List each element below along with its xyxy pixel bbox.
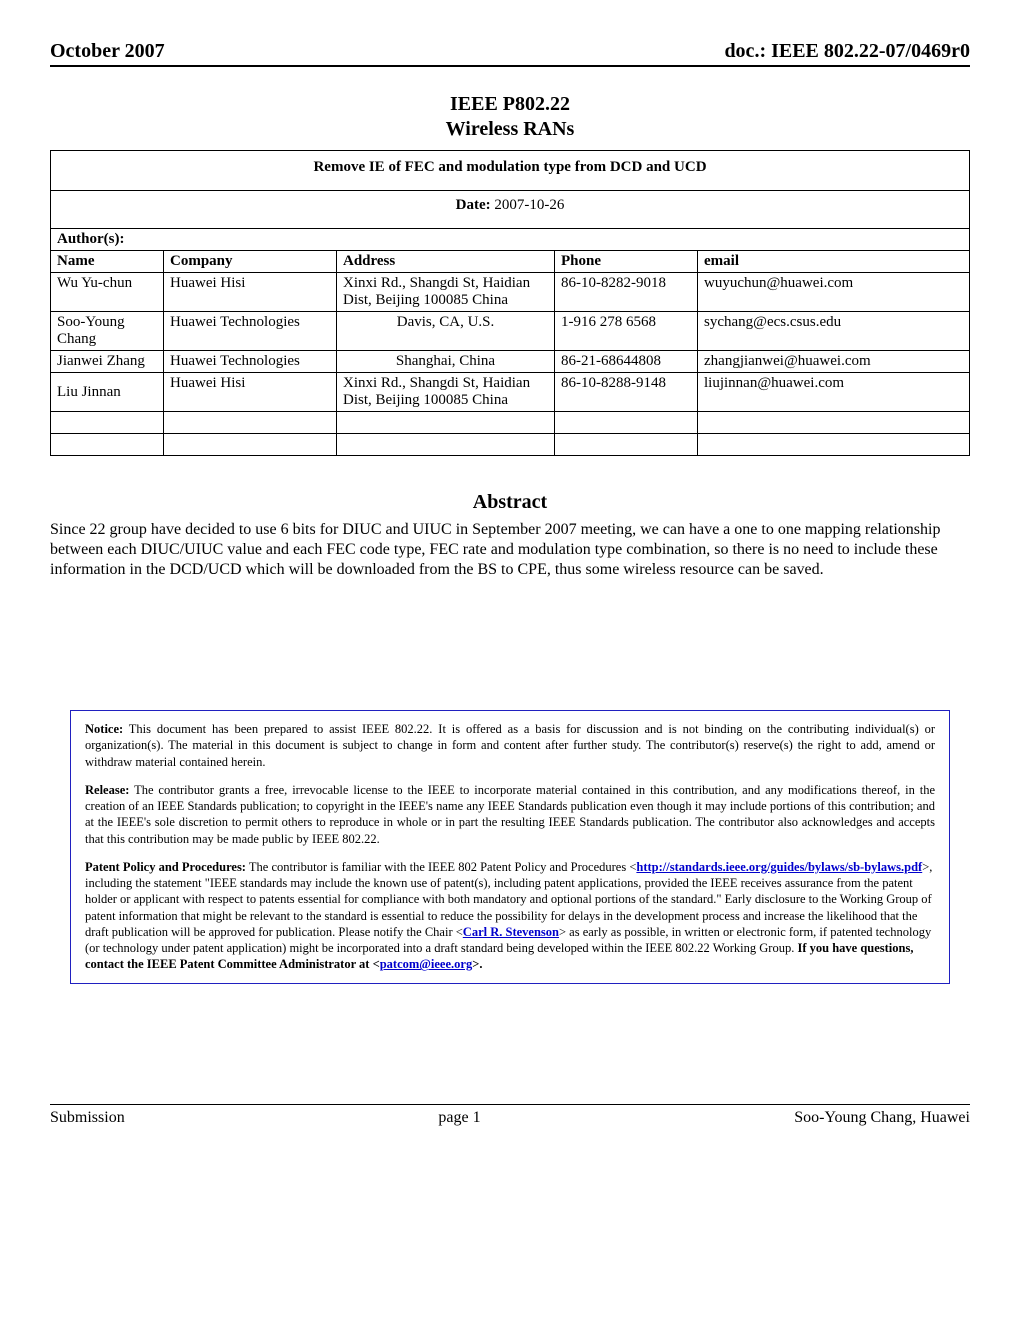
author-phone: 86-10-8282-9018 (555, 273, 698, 312)
author-address: Xinxi Rd., Shangdi St, Haidian Dist, Bei… (337, 373, 555, 412)
author-row: Jianwei Zhang Huawei Technologies Shangh… (51, 351, 970, 373)
author-name: Liu Jinnan (51, 373, 164, 412)
author-email: wuyuchun@huawei.com (698, 273, 970, 312)
patent-pre: The contributor is familiar with the IEE… (246, 860, 636, 874)
release-paragraph: Release: The contributor grants a free, … (85, 782, 935, 847)
author-row: Liu Jinnan Huawei Hisi Xinxi Rd., Shangd… (51, 373, 970, 412)
footer-right: Soo-Young Chang, Huawei (794, 1109, 970, 1127)
author-phone: 86-10-8288-9148 (555, 373, 698, 412)
date-label: Date: (456, 197, 491, 213)
footer-center: page 1 (438, 1109, 480, 1127)
author-email: sychang@ecs.csus.edu (698, 312, 970, 351)
author-company: Huawei Hisi (164, 273, 337, 312)
release-text: The contributor grants a free, irrevocab… (85, 783, 935, 846)
author-row: Wu Yu-chun Huawei Hisi Xinxi Rd., Shangd… (51, 273, 970, 312)
notice-text: This document has been prepared to assis… (85, 722, 935, 769)
author-phone: 1-916 278 6568 (555, 312, 698, 351)
release-label: Release: (85, 783, 129, 797)
col-phone: Phone (555, 251, 698, 273)
heading-line-2: Wireless RANs (50, 117, 970, 142)
notice-paragraph: Notice: This document has been prepared … (85, 721, 935, 770)
author-address: Davis, CA, U.S. (337, 312, 555, 351)
col-address: Address (337, 251, 555, 273)
notice-box: Notice: This document has been prepared … (70, 710, 950, 984)
author-name: Wu Yu-chun (51, 273, 164, 312)
patent-tail-post: >. (472, 957, 482, 971)
document-title: Remove IE of FEC and modulation type fro… (51, 151, 970, 191)
abstract-heading: Abstract (50, 491, 970, 514)
author-row-empty (51, 412, 970, 434)
author-name: Jianwei Zhang (51, 351, 164, 373)
author-company: Huawei Hisi (164, 373, 337, 412)
patent-paragraph: Patent Policy and Procedures: The contri… (85, 859, 935, 973)
author-company: Huawei Technologies (164, 312, 337, 351)
col-company: Company (164, 251, 337, 273)
page-header: October 2007 doc.: IEEE 802.22-07/0469r0 (50, 40, 970, 67)
author-address: Shanghai, China (337, 351, 555, 373)
date-value: 2007-10-26 (494, 197, 564, 213)
author-row: Soo-Young Chang Huawei Technologies Davi… (51, 312, 970, 351)
author-email: zhangjianwei@huawei.com (698, 351, 970, 373)
header-date: October 2007 (50, 40, 165, 63)
heading-line-1: IEEE P802.22 (50, 92, 970, 117)
author-company: Huawei Technologies (164, 351, 337, 373)
author-address: Xinxi Rd., Shangdi St, Haidian Dist, Bei… (337, 273, 555, 312)
col-email: email (698, 251, 970, 273)
patent-label: Patent Policy and Procedures: (85, 860, 246, 874)
author-email: liujinnan@huawei.com (698, 373, 970, 412)
document-info-table: Remove IE of FEC and modulation type fro… (50, 150, 970, 456)
footer-left: Submission (50, 1109, 125, 1127)
authors-label: Author(s): (51, 229, 970, 251)
author-name: Soo-Young Chang (51, 312, 164, 351)
notice-label: Notice: (85, 722, 123, 736)
header-docid: doc.: IEEE 802.22-07/0469r0 (724, 40, 970, 63)
standard-heading: IEEE P802.22 Wireless RANs (50, 92, 970, 142)
authors-header-row: Name Company Address Phone email (51, 251, 970, 273)
abstract-text: Since 22 group have decided to use 6 bit… (50, 520, 970, 580)
patent-link-chair[interactable]: Carl R. Stevenson (463, 925, 559, 939)
patent-link-bylaws[interactable]: http://standards.ieee.org/guides/bylaws/… (636, 860, 922, 874)
col-name: Name (51, 251, 164, 273)
authors-label-text: Author(s): (57, 231, 125, 247)
patent-link-patcom[interactable]: patcom@ieee.org (380, 957, 473, 971)
page-footer: Submission page 1 Soo-Young Chang, Huawe… (50, 1104, 970, 1127)
author-row-empty (51, 434, 970, 456)
author-phone: 86-21-68644808 (555, 351, 698, 373)
document-date-row: Date: 2007-10-26 (51, 191, 970, 229)
